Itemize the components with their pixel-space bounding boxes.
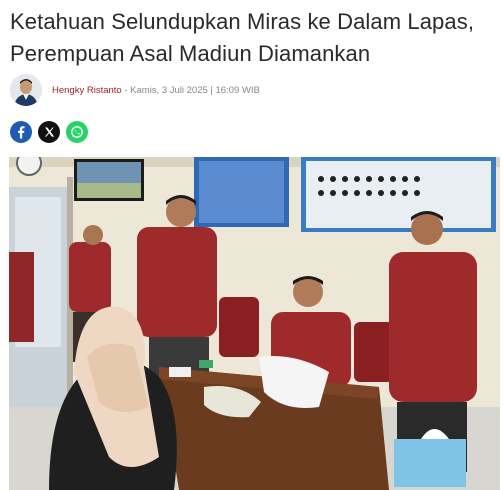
author-avatar[interactable] xyxy=(10,74,42,106)
x-icon xyxy=(45,127,55,137)
byline-separator: - xyxy=(121,84,131,96)
share-buttons xyxy=(10,121,88,143)
x-share-button[interactable] xyxy=(38,121,60,143)
article-byline: Hengky Ristanto - Kamis, 3 Juli 2025 | 1… xyxy=(52,85,260,96)
publish-date: Kamis, 3 Juli 2025 | 16:09 WIB xyxy=(130,84,260,96)
author-avatar-image xyxy=(10,74,42,106)
author-link[interactable]: Hengky Ristanto xyxy=(52,85,122,96)
article-meta: Hengky Ristanto - Kamis, 3 Juli 2025 | 1… xyxy=(10,74,490,106)
facebook-share-button[interactable] xyxy=(10,121,32,143)
whatsapp-icon xyxy=(71,126,83,138)
article-photo-illustration xyxy=(9,157,500,490)
facebook-icon xyxy=(18,126,25,139)
article-title: Ketahuan Selundupkan Miras ke Dalam Lapa… xyxy=(10,9,475,66)
whatsapp-share-button[interactable] xyxy=(66,121,88,143)
article-photo[interactable] xyxy=(9,157,500,490)
